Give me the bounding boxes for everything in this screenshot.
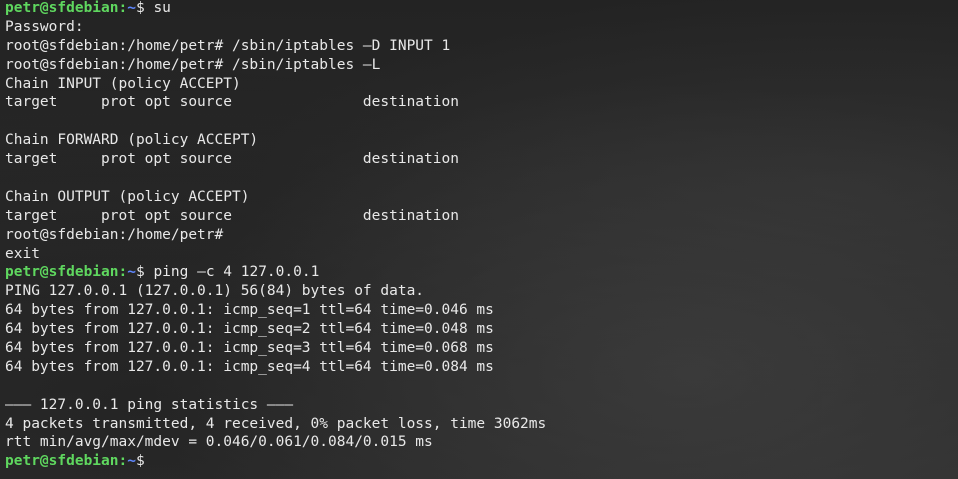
terminal-window[interactable]: petr@sfdebian:~$ su Password: root@sfdebia… [0, 0, 958, 479]
output-line: PING 127.0.0.1 (127.0.0.1) 56(84) bytes … [5, 283, 425, 300]
output-line: Chain FORWARD (policy ACCEPT) [5, 132, 259, 149]
prompt-line: petr@sfdebian:~$ su [5, 0, 546, 18]
prompt-path: ~ [127, 453, 136, 470]
prompt-user: petr@sfdebian [5, 264, 119, 281]
prompt-separator: : [118, 264, 128, 281]
prompt-symbol: $ [135, 0, 154, 16]
output-line: 64 bytes from 127.0.0.1: icmp_seq=3 ttl=… [5, 340, 494, 357]
prompt-user: petr@sfdebian [5, 453, 119, 470]
command-text: ping –c 4 127.0.0.1 [153, 264, 320, 281]
output-line: Chain INPUT (policy ACCEPT) [5, 75, 241, 92]
prompt-path: ~ [127, 0, 136, 16]
prompt-line: petr@sfdebian:~$ ping –c 4 127.0.0.1 [5, 263, 546, 282]
output-line: 64 bytes from 127.0.0.1: icmp_seq=2 ttl=… [5, 321, 494, 338]
output-line: Chain OUTPUT (policy ACCEPT) [5, 188, 250, 205]
prompt-separator: : [118, 0, 128, 16]
output-line: Password: [5, 18, 84, 35]
output-line: root@sfdebian:/home/petr# /sbin/iptables… [5, 37, 451, 54]
prompt-separator: : [118, 453, 128, 470]
prompt-user: petr@sfdebian [5, 0, 119, 16]
output-line: 4 packets transmitted, 4 received, 0% pa… [5, 415, 547, 432]
output-line: root@sfdebian:/home/petr# [5, 226, 224, 243]
output-line: rtt min/avg/max/mdev = 0.046/0.061/0.084… [5, 434, 433, 451]
output-line: 64 bytes from 127.0.0.1: icmp_seq=4 ttl=… [5, 358, 494, 375]
output-line: target prot opt source destination [5, 151, 459, 168]
output-line: 64 bytes from 127.0.0.1: icmp_seq=1 ttl=… [5, 302, 494, 319]
output-line: root@sfdebian:/home/petr# /sbin/iptables… [5, 56, 381, 73]
output-line: target prot opt source destination [5, 207, 459, 224]
output-line: exit [5, 245, 40, 262]
terminal-output[interactable]: petr@sfdebian:~$ su Password: root@sfdebia… [5, 0, 546, 471]
output-line: ––– 127.0.0.1 ping statistics ––– [5, 396, 294, 413]
prompt-path: ~ [127, 264, 136, 281]
prompt-symbol: $ [135, 264, 154, 281]
output-line: target prot opt source destination [5, 94, 459, 111]
prompt-line: petr@sfdebian:~$ [5, 452, 546, 471]
prompt-symbol: $ [135, 453, 145, 470]
command-text: su [153, 0, 171, 16]
